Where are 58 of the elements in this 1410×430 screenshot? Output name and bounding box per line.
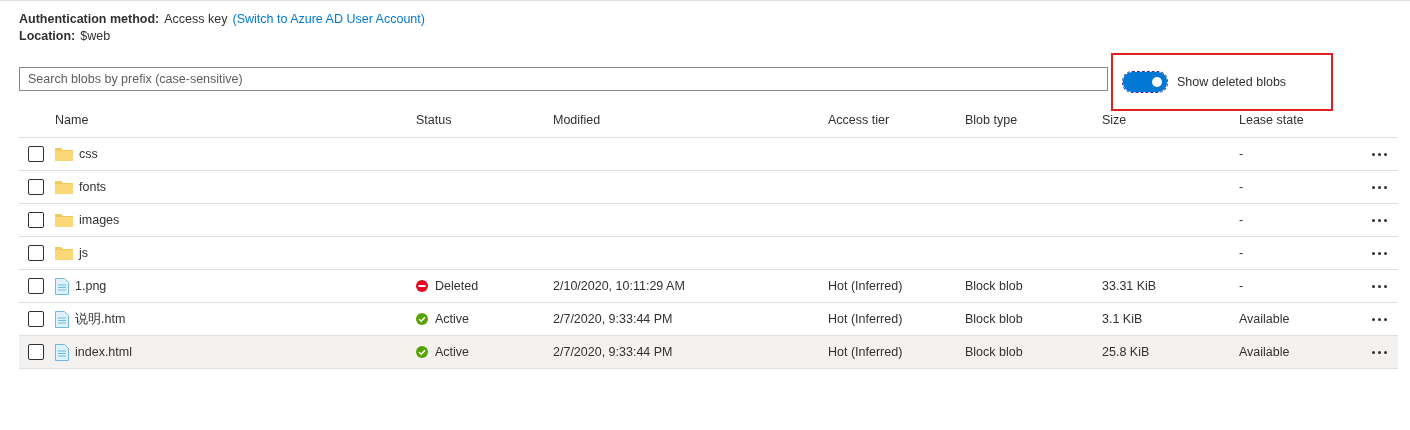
table-cell: 2/7/2020, 9:33:44 PM [553,345,673,359]
document-icon [55,310,69,328]
column-header[interactable]: Access tier [828,113,890,127]
switch-account-link[interactable]: (Switch to Azure AD User Account) [232,11,425,28]
column-header[interactable]: Lease state [1239,113,1304,127]
table-cell: - [1239,180,1244,194]
table-cell: 2/10/2020, 10:11:29 AM [553,279,685,293]
table-cell: Hot (Inferred) [828,279,903,293]
table-cell: - [1239,147,1244,161]
folder-icon [55,213,73,227]
table-cell: Block blob [965,345,1023,359]
location-label: Location: [19,28,76,45]
row-checkbox[interactable] [28,245,44,261]
blob-name[interactable]: fonts [79,180,107,194]
row-checkbox[interactable] [28,344,44,360]
status-text: Active [435,312,470,326]
row-checkbox[interactable] [28,212,44,228]
blob-name[interactable]: 1.png [75,279,107,293]
table-cell: - [1239,246,1244,260]
document-icon [55,343,69,361]
column-header[interactable]: Name [55,113,89,127]
status-text: Deleted [435,279,479,293]
blob-name[interactable]: images [79,213,120,227]
column-header[interactable]: Modified [553,113,601,127]
table-cell: Hot (Inferred) [828,312,903,326]
blob-name[interactable]: css [79,147,98,161]
table-cell: Block blob [965,312,1023,326]
search-field[interactable]: Search blobs by prefix (case-sensitive) [19,67,1108,91]
row-checkbox[interactable] [28,311,44,327]
table-cell: Hot (Inferred) [828,345,903,359]
column-header[interactable]: Status [416,113,452,127]
document-icon [55,277,69,295]
auth-label: Authentication method: [19,11,160,28]
table-cell: 25.8 KiB [1102,345,1150,359]
table-cell: 33.31 KiB [1102,279,1157,293]
status-text: Active [435,345,470,359]
table-cell: 2/7/2020, 9:33:44 PM [553,312,673,326]
table-cell: - [1239,279,1244,293]
table-cell: Block blob [965,279,1023,293]
row-checkbox[interactable] [28,146,44,162]
folder-icon [55,180,73,194]
blob-name[interactable]: index.html [75,345,132,359]
toggle-switch[interactable] [1123,72,1167,92]
table-cell: Available [1239,345,1290,359]
column-header[interactable]: Blob type [965,113,1018,127]
toggle-label: Show deleted blobs [1177,75,1287,89]
row-checkbox[interactable] [28,278,44,294]
auth-value: Access key [164,11,228,28]
blob-name[interactable]: js [79,246,89,260]
row-checkbox[interactable] [28,179,44,195]
table-cell: 3.1 KiB [1102,312,1143,326]
folder-icon [55,147,73,161]
location-value: $web [80,28,111,45]
folder-icon [55,246,73,260]
table-cell: - [1239,213,1244,227]
column-header[interactable]: Size [1102,113,1127,127]
table-cell: Available [1239,312,1290,326]
blob-name[interactable]: 说明.htm [75,310,126,328]
